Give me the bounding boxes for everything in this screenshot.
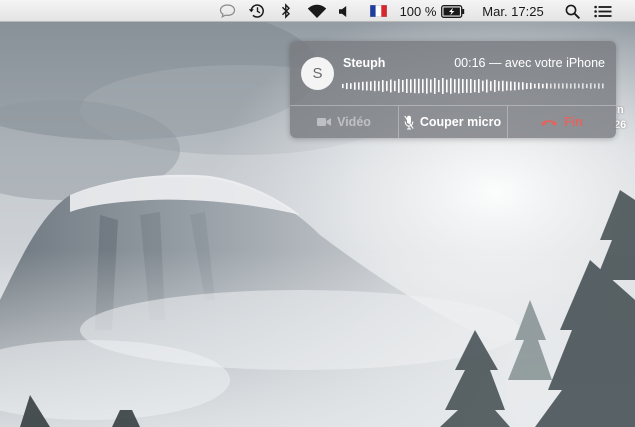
waveform-bar — [530, 82, 532, 90]
waveform-bar — [402, 80, 404, 92]
waveform-bar — [458, 78, 460, 94]
waveform-bar — [550, 83, 552, 89]
menu-bar-clock[interactable]: Mar. 17:25 — [476, 0, 550, 22]
waveform-bar — [590, 83, 592, 89]
waveform-bar — [502, 80, 504, 92]
call-duration: 00:16 — [454, 56, 486, 70]
waveform-bar — [594, 83, 596, 89]
battery-charging-icon[interactable] — [440, 0, 466, 22]
call-notification-panel: S Steuph 00:16 — avec votre iPhone Vidéo… — [290, 41, 616, 138]
waveform-bar — [574, 83, 576, 89]
waveform-bar — [454, 79, 456, 93]
waveform-bar — [514, 81, 516, 91]
waveform-bar — [422, 79, 424, 93]
waveform-bar — [494, 80, 496, 92]
waveform-bar — [506, 81, 508, 91]
waveform-bar — [570, 83, 572, 89]
microphone-muted-icon — [404, 115, 414, 130]
waveform-bar — [562, 83, 564, 89]
waveform-bar — [362, 81, 364, 91]
volume-icon[interactable] — [334, 0, 354, 22]
waveform-bar — [442, 78, 444, 94]
waveform-bar — [390, 79, 392, 93]
waveform-bar — [342, 83, 344, 89]
mute-button-label: Couper micro — [419, 115, 502, 129]
waveform-bar — [490, 81, 492, 91]
background-text-fragment: n — [617, 104, 624, 116]
video-button[interactable]: Vidéo — [290, 106, 398, 138]
waveform-bar — [394, 80, 396, 92]
waveform-bar — [566, 83, 568, 89]
hang-up-phone-icon — [540, 118, 558, 127]
waveform-bar — [426, 78, 428, 94]
waveform-bar — [378, 81, 380, 91]
waveform-bar — [418, 78, 420, 94]
call-device-status: — avec votre iPhone — [488, 56, 605, 70]
waveform-bar — [582, 83, 584, 89]
video-button-label: Vidéo — [337, 115, 371, 129]
end-call-label: Fin — [564, 115, 583, 129]
waveform-bar — [350, 83, 352, 89]
waveform-bar — [358, 82, 360, 90]
waveform-bar — [366, 81, 368, 91]
bluetooth-icon[interactable] — [276, 0, 296, 22]
waveform-bar — [486, 79, 488, 93]
waveform-bar — [374, 80, 376, 92]
waveform-bar — [546, 83, 548, 89]
waveform-bar — [498, 81, 500, 91]
time-machine-icon[interactable] — [245, 0, 269, 22]
audio-waveform — [342, 78, 604, 94]
end-call-button[interactable]: Fin — [507, 106, 616, 138]
waveform-bar — [602, 83, 604, 89]
video-camera-icon — [317, 117, 332, 127]
wifi-icon[interactable] — [304, 0, 330, 22]
avatar-initial: S — [312, 65, 323, 82]
notification-center-icon[interactable] — [591, 0, 615, 22]
french-flag-icon[interactable] — [367, 0, 389, 22]
waveform-bar — [474, 79, 476, 93]
waveform-bar — [542, 83, 544, 89]
waveform-bar — [478, 79, 480, 93]
waveform-bar — [370, 81, 372, 91]
waveform-bar — [538, 83, 540, 89]
waveform-bar — [482, 80, 484, 92]
waveform-bar — [462, 79, 464, 93]
waveform-bar — [510, 81, 512, 91]
waveform-bar — [518, 82, 520, 90]
waveform-bar — [430, 79, 432, 93]
waveform-bar — [522, 82, 524, 90]
waveform-bar — [354, 82, 356, 90]
waveform-bar — [526, 83, 528, 89]
waveform-bar — [578, 83, 580, 89]
waveform-bar — [598, 83, 600, 89]
call-status: 00:16 — avec votre iPhone — [454, 56, 605, 70]
menu-bar: 100 % Mar. 17:25 — [0, 0, 635, 22]
waveform-bar — [534, 83, 536, 89]
waveform-bar — [586, 83, 588, 89]
mute-button[interactable]: Couper micro — [398, 106, 507, 138]
waveform-bar — [386, 81, 388, 91]
caller-name: Steuph — [343, 56, 386, 70]
waveform-bar — [414, 78, 416, 94]
waveform-bar — [558, 83, 560, 89]
waveform-bar — [398, 79, 400, 93]
waveform-bar — [450, 78, 452, 94]
waveform-bar — [554, 83, 556, 89]
waveform-bar — [438, 79, 440, 93]
waveform-bar — [382, 80, 384, 92]
waveform-bar — [406, 78, 408, 93]
waveform-bar — [466, 79, 468, 93]
desktop: n 26 100 % Mar. 17:25 S Steuph 00:16 — a… — [0, 0, 635, 427]
battery-percentage[interactable]: 100 % — [398, 0, 438, 22]
waveform-bar — [346, 82, 348, 90]
waveform-bar — [470, 79, 472, 93]
spotlight-search-icon[interactable] — [561, 0, 583, 22]
message-bubble-icon[interactable] — [215, 0, 239, 22]
waveform-bar — [434, 78, 436, 94]
caller-avatar: S — [301, 57, 334, 90]
waveform-bar — [410, 79, 412, 93]
waveform-bar — [446, 79, 448, 93]
